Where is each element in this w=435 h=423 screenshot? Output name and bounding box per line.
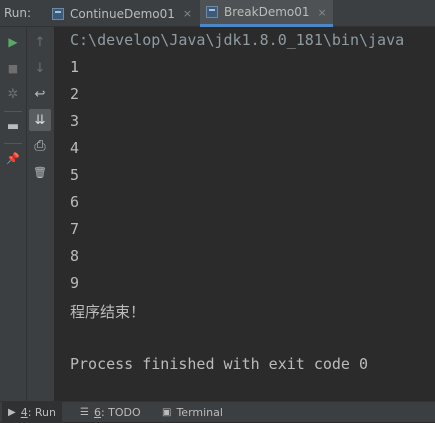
soft-wrap-button[interactable]: ↩ [29,83,51,105]
console-line: 4 [70,139,80,157]
terminal-tab-label: Terminal [176,406,223,419]
print-icon: ⎙ [34,138,46,154]
previous-occurrence-button[interactable]: ↑ [29,31,51,53]
console-actions-toolbar: ↑ ↓ ↩ ⇊ ⎙ 🗑 [27,27,55,401]
console-command-line: C:\develop\Java\jdk1.8.0_181\bin\java [70,31,405,49]
terminal-icon: ▣ [162,407,172,418]
tab-breakdemo01[interactable]: BreakDemo01 × [200,0,333,27]
tool-window-bar: ▶ 4: Run ☰ 6: TODO ▣ Terminal [0,401,435,423]
arrow-up-icon: ↑ [34,34,46,50]
next-occurrence-button[interactable]: ↓ [29,57,51,79]
exit-message: Process finished with exit code 0 [70,355,369,373]
console-output[interactable]: C:\develop\Java\jdk1.8.0_181\bin\java 1 … [55,27,435,401]
play-icon: ▶ [8,407,16,418]
console-line: 5 [70,166,80,184]
console-line: 程序结束！ [70,303,146,321]
scroll-to-end-icon: ⇊ [34,112,46,128]
console-line: 7 [70,220,80,238]
close-icon[interactable]: × [183,7,192,20]
debug-button[interactable]: ✲ [2,83,24,105]
toolbar-separator [4,143,22,144]
toolbar-separator [4,111,22,112]
run-tool-window-header: Run: ContinueDemo01 × BreakDemo01 × [0,0,435,27]
run-tab-mnemonic: 4 [20,406,28,419]
console-line: 9 [70,274,80,292]
play-icon: ▶ [8,35,18,49]
terminal-tool-tab[interactable]: ▣ Terminal [156,402,229,423]
console-line: 1 [70,58,80,76]
stop-icon: ■ [7,61,19,75]
layout-button[interactable]: ▬ [2,115,24,137]
console-line: 3 [70,112,80,130]
console-line: 8 [70,247,80,265]
todo-icon: ☰ [80,407,89,418]
rerun-button[interactable]: ▶ [2,31,24,53]
console-line: 2 [70,85,80,103]
debug-icon: ✲ [7,86,19,102]
run-label: Run: [4,6,32,20]
todo-tab-mnemonic: 6 [93,406,101,419]
todo-tab-label: : TODO [100,406,141,419]
run-actions-toolbar: ▶ ■ ✲ ▬ 📌 [0,27,27,401]
close-icon[interactable]: × [318,6,327,19]
layout-icon: ▬ [6,118,20,134]
run-config-icon [52,7,64,20]
todo-tool-tab[interactable]: ☰ 6: TODO [74,402,147,423]
tab-label: ContinueDemo01 [70,6,175,21]
tab-label: BreakDemo01 [224,5,310,19]
console-line: 6 [70,193,80,211]
arrow-down-icon: ↓ [34,60,46,76]
pin-icon: 📌 [6,151,20,165]
print-button[interactable]: ⎙ [29,135,51,157]
run-tool-tab[interactable]: ▶ 4: Run [2,402,62,423]
soft-wrap-icon: ↩ [34,86,46,102]
run-config-icon [206,6,218,18]
pin-tab-button[interactable]: 📌 [2,147,24,169]
tab-continuedemo01[interactable]: ContinueDemo01 × [46,0,198,27]
scroll-to-end-button[interactable]: ⇊ [29,109,51,131]
stop-button[interactable]: ■ [2,57,24,79]
run-tab-label: : Run [27,406,56,419]
clear-all-button[interactable]: 🗑 [29,161,51,183]
trash-icon: 🗑 [33,165,47,179]
